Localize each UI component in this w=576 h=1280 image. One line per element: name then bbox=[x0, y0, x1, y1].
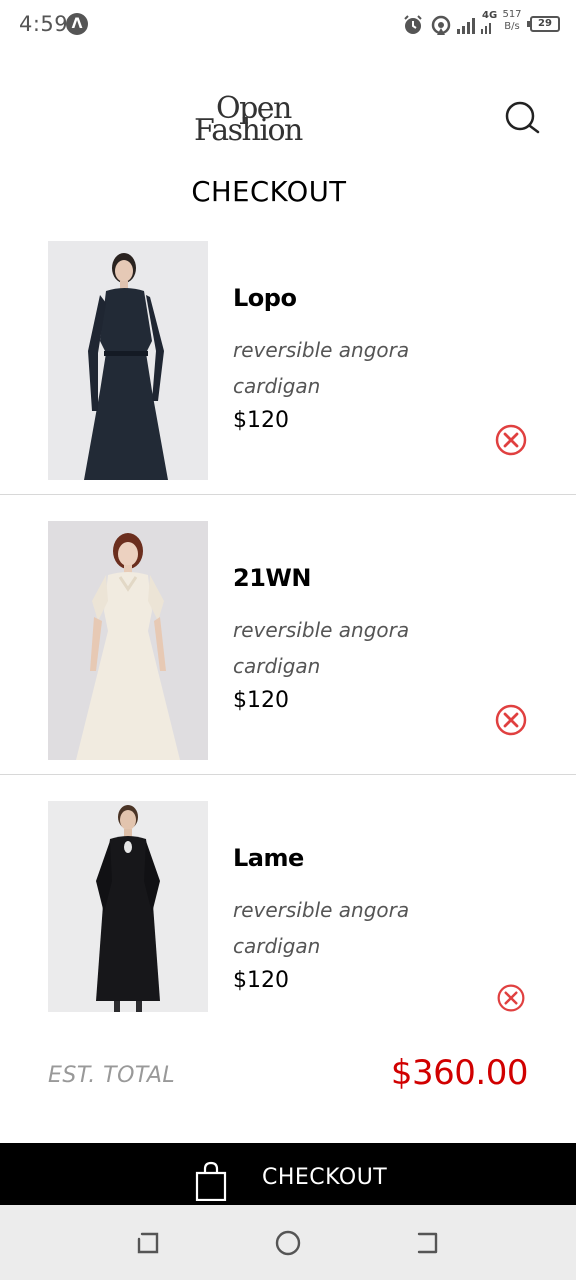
signal-icon bbox=[481, 23, 491, 34]
search-icon[interactable] bbox=[502, 98, 542, 138]
product-description: reversible angora cardigan bbox=[233, 898, 410, 958]
status-bar: 4:59 Λ 4G 517 B/s 29 bbox=[0, 0, 576, 50]
hotspot-icon bbox=[431, 15, 451, 35]
shopping-bag-icon bbox=[195, 1161, 227, 1201]
recent-apps-icon[interactable] bbox=[412, 1227, 444, 1259]
page-title: CHECKOUT bbox=[191, 175, 347, 208]
notification-badge-icon: Λ bbox=[66, 13, 88, 35]
checkout-button[interactable]: CHECKOUT bbox=[0, 1143, 576, 1205]
back-icon[interactable] bbox=[132, 1227, 164, 1259]
product-image[interactable] bbox=[48, 241, 208, 480]
product-image[interactable] bbox=[48, 801, 208, 1012]
remove-item-icon[interactable] bbox=[494, 983, 528, 1013]
open-fashion-logo[interactable]: Open Fashion bbox=[194, 94, 324, 152]
est-total-label: EST. TOTAL bbox=[48, 1063, 176, 1088]
cream-dress-photo bbox=[48, 521, 208, 760]
dark-navy-dress-photo bbox=[48, 241, 208, 480]
speed-value: 517 bbox=[502, 9, 522, 20]
remove-item-icon[interactable] bbox=[494, 423, 528, 457]
checkout-label: CHECKOUT bbox=[262, 1165, 388, 1190]
product-price: $120 bbox=[233, 408, 289, 433]
signal-icon bbox=[457, 18, 475, 34]
speed-unit: B/s bbox=[504, 21, 520, 32]
product-brand: 21WN bbox=[233, 564, 311, 592]
alarm-icon bbox=[404, 15, 422, 34]
product-brand: Lopo bbox=[233, 284, 297, 312]
product-brand: Lame bbox=[233, 844, 304, 872]
product-price: $120 bbox=[233, 688, 289, 713]
cart-item: Lame reversible angora cardigan $120 bbox=[0, 800, 576, 1015]
battery-icon: 29 bbox=[527, 16, 560, 32]
est-total-value: $360.00 bbox=[390, 1053, 529, 1093]
product-description: reversible angora cardigan bbox=[233, 618, 410, 678]
product-price: $120 bbox=[233, 968, 289, 993]
cart-item: 21WN reversible angora cardigan $120 bbox=[0, 520, 576, 775]
cart-item: Lopo reversible angora cardigan $120 bbox=[0, 240, 576, 495]
status-time: 4:59 bbox=[19, 12, 69, 36]
system-nav-bar bbox=[0, 1205, 576, 1280]
logo-line-fashion: Fashion bbox=[194, 113, 303, 148]
home-icon[interactable] bbox=[272, 1227, 304, 1259]
black-dress-photo bbox=[48, 801, 208, 1012]
network-speed: 517 B/s bbox=[500, 9, 524, 33]
product-description: reversible angora cardigan bbox=[233, 338, 410, 398]
product-image[interactable] bbox=[48, 521, 208, 760]
remove-item-icon[interactable] bbox=[494, 703, 528, 737]
